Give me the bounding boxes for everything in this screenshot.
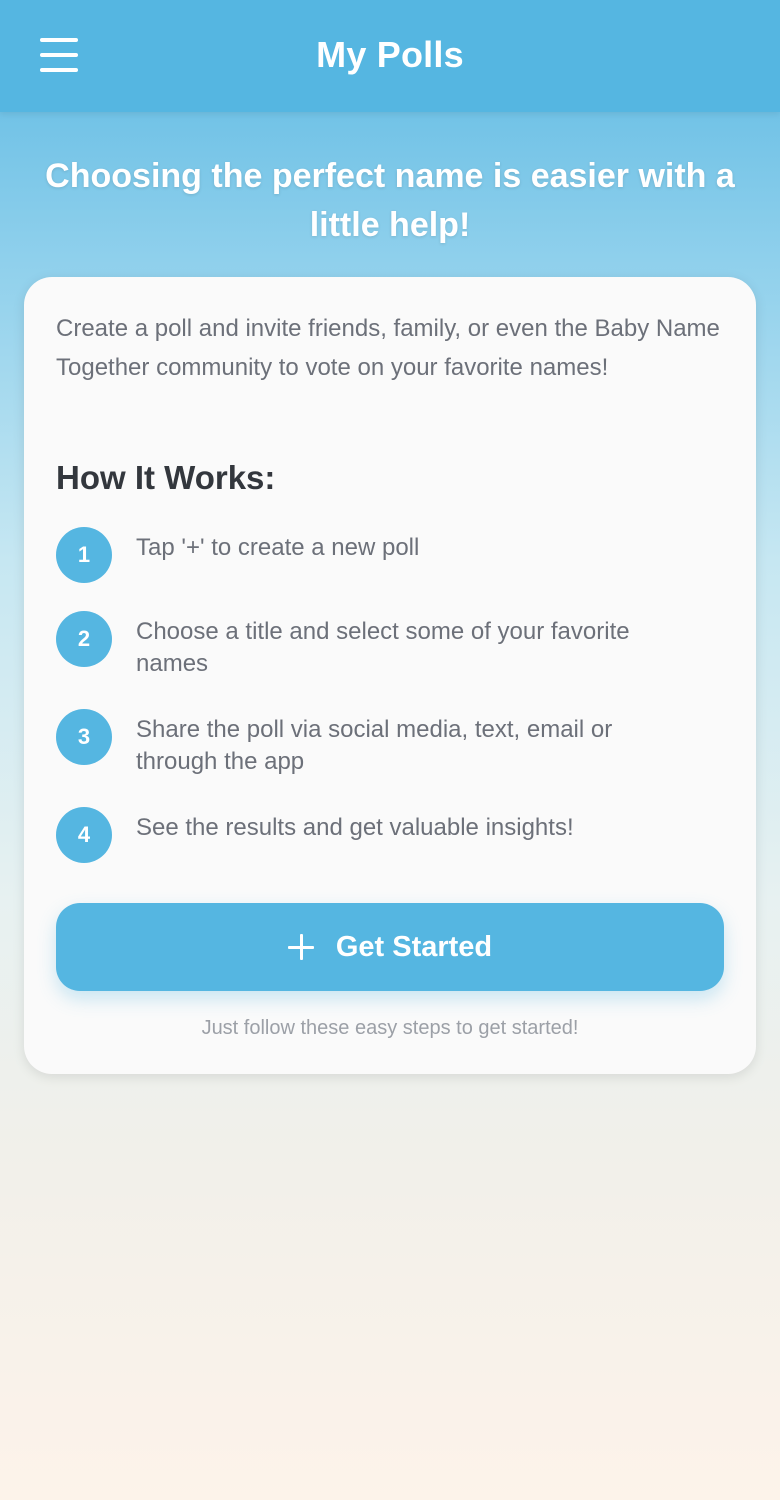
top-app-bar: My Polls [0, 0, 780, 112]
step-item: 4 See the results and get valuable insig… [56, 807, 716, 867]
helper-text: Just follow these easy steps to get star… [201, 1017, 579, 1039]
get-started-button[interactable]: Get Started [56, 903, 724, 991]
step-text: Choose a title and select some of your f… [136, 618, 630, 677]
step-number-badge: 1 [56, 527, 112, 583]
how-it-works-heading: How It Works: [56, 459, 276, 496]
hero-headline: Choosing the perfect name is easier with… [45, 157, 735, 244]
step-number-badge: 3 [56, 709, 112, 765]
page-title: My Polls [316, 34, 464, 75]
how-it-works-card: Create a poll and invite friends, family… [24, 277, 756, 1074]
step-item: 1 Tap '+' to create a new poll [56, 527, 716, 587]
step-item: 2 Choose a title and select some of your… [56, 611, 716, 677]
plus-icon [287, 934, 314, 960]
step-item: 3 Share the poll via social media, text,… [56, 709, 716, 775]
get-started-button-content: Get Started [56, 903, 724, 991]
step-number-badge: 4 [56, 807, 112, 863]
get-started-label: Get Started [335, 930, 493, 963]
step-text: Tap '+' to create a new poll [136, 534, 420, 561]
step-text: See the results and get valuable insight… [136, 814, 574, 841]
step-number-badge: 2 [56, 611, 112, 667]
step-text: Share the poll via social media, text, e… [136, 716, 613, 775]
intro-text: Create a poll and invite friends, family… [56, 315, 720, 381]
